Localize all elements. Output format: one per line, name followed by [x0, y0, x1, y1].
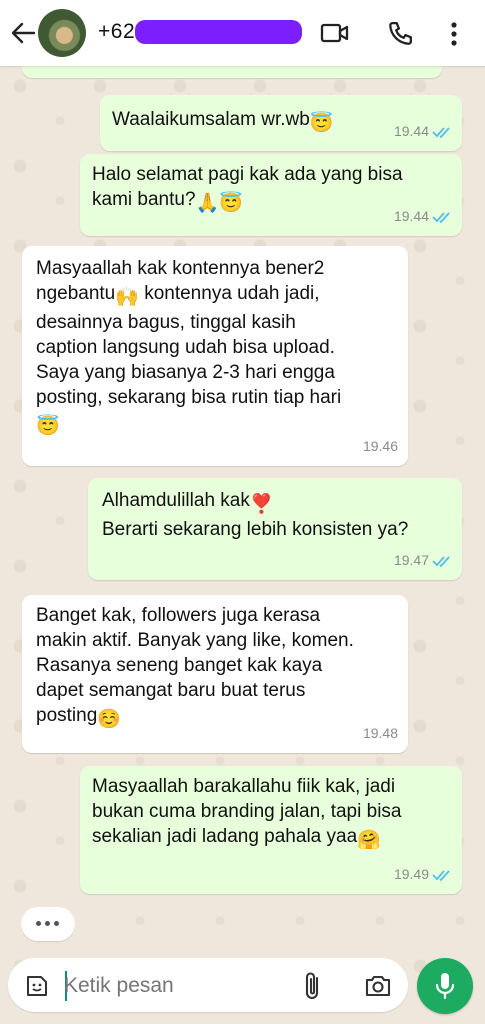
mic-icon [435, 973, 455, 1000]
read-ticks-icon [432, 869, 450, 881]
more-options-icon[interactable] [449, 21, 459, 47]
message-time: 19.44 [393, 208, 429, 224]
message-meta: 19.46 [363, 434, 398, 459]
message-meta: 19.49 [394, 862, 452, 887]
contact-name[interactable]: +62 [98, 20, 135, 44]
smiling-face-with-halo-emoji: 😇 [309, 113, 334, 134]
message-text: Banget kak, followers juga kerasa makin … [36, 605, 354, 726]
camera-icon[interactable] [364, 973, 392, 999]
message-text: Waalaikumsalam wr.wb [112, 109, 310, 130]
message-text: Masyaallah barakallahu fiik kak, jadi bu… [92, 776, 402, 847]
message-time: 19.46 [362, 438, 398, 454]
read-ticks-icon [432, 126, 450, 138]
smiling-face-with-halo-emoji: 😇 [36, 416, 60, 437]
message-time: 19.48 [362, 725, 398, 741]
message-meta: 19.48 [363, 721, 398, 746]
message-text-line2: Berarti sekarang lebih konsisten ya? [102, 519, 409, 540]
praying-hands-halo-emoji: 🙏😇 [195, 193, 243, 214]
message-meta: 19.44 [394, 204, 452, 229]
message-bubble-incoming[interactable]: Masyaallah kak kontennya bener2 ngebantu… [22, 246, 408, 466]
phone-icon[interactable] [387, 21, 413, 47]
raising-hands-emoji: 🙌 [115, 287, 139, 308]
back-arrow-icon[interactable] [10, 21, 36, 45]
message-text: Halo selamat pagi kak ada yang bisa kami… [92, 164, 403, 210]
read-ticks-icon [432, 211, 450, 223]
video-call-icon[interactable] [320, 21, 350, 45]
typing-indicator [21, 907, 75, 941]
message-bubble-incoming[interactable]: Banget kak, followers juga kerasa makin … [22, 595, 408, 753]
contact-avatar[interactable] [38, 9, 86, 57]
message-bubble-outgoing[interactable]: Halo selamat pagi kak ada yang bisa kami… [80, 154, 462, 236]
message-time: 19.44 [393, 123, 429, 139]
message-input[interactable] [64, 974, 274, 998]
hugging-face-emoji: 🤗 [357, 830, 381, 851]
message-bubble-outgoing[interactable]: Alhamdulillah kak❣️ Berarti sekarang leb… [88, 478, 462, 580]
chat-header: +62 [0, 0, 485, 66]
message-bubble-outgoing[interactable]: Waalaikumsalam wr.wb😇 19.44 [100, 95, 462, 151]
message-meta: 19.44 [394, 119, 452, 144]
attach-icon[interactable] [302, 970, 324, 1002]
message-text: Alhamdulillah kak [102, 490, 250, 511]
heart-exclamation-emoji: ❣️ [249, 494, 274, 515]
message-time: 19.49 [393, 866, 429, 882]
read-ticks-icon [432, 555, 450, 567]
message-time: 19.47 [393, 552, 429, 568]
message-meta: 19.47 [394, 548, 452, 573]
redaction-mark [135, 20, 302, 44]
message-bubble-outgoing[interactable]: Masyaallah barakallahu fiik kak, jadi bu… [80, 766, 462, 894]
mic-button[interactable] [417, 958, 473, 1014]
sticker-icon[interactable] [24, 973, 50, 999]
smiling-face-emoji: ☺️ [97, 709, 121, 730]
